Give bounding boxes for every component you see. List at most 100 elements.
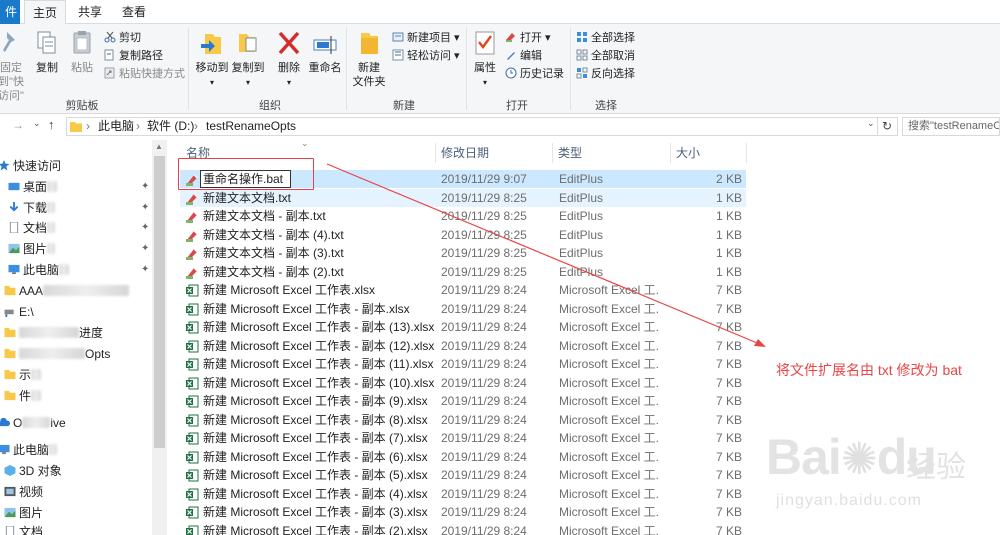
copy-path-button[interactable]: 复制路径 (104, 48, 163, 64)
watermark-url: jingyan.baidu.com (776, 492, 922, 509)
table-row[interactable]: 新建 Microsoft Excel 工作表 - 副本 (2).xlsx 2019… (180, 522, 746, 535)
breadcrumb-this-pc[interactable]: 此电脑 (98, 119, 134, 134)
table-row[interactable]: 新建 Microsoft Excel 工作表 - 副本 (8).xlsx 2019… (180, 411, 746, 429)
watermark-brand-a: Bai (766, 429, 842, 485)
file-name: 新建 Microsoft Excel 工作表 - 副本 (9).xlsx (203, 394, 428, 408)
move-to-button[interactable]: 移动到▾ (195, 28, 229, 90)
file-name: 新建 Microsoft Excel 工作表 - 副本 (5).xlsx (203, 468, 428, 482)
new-folder-button[interactable]: 新建 文件夹 (350, 28, 388, 89)
folder-icon (4, 327, 16, 338)
history-button[interactable]: 历史记录 (505, 66, 564, 82)
nav-quick-access[interactable]: 快速访问 (0, 156, 61, 176)
organize-group-label: 组织 (259, 100, 281, 112)
excel-file-icon (186, 358, 199, 371)
nav-item-folder-aaa[interactable]: AAA (4, 281, 130, 301)
table-row[interactable]: 新建 Microsoft Excel 工作表 - 副本 (10).xlsx 201… (180, 374, 746, 392)
nav-item-network-drive[interactable]: E:\ (4, 302, 34, 322)
tab-share[interactable]: 共享 (78, 0, 102, 24)
pin-to-quick-access-button[interactable]: 固定到"快 访问" (0, 28, 28, 103)
delete-label: 删除 (278, 62, 300, 74)
easy-access-icon (392, 49, 404, 61)
table-row[interactable]: 新建 Microsoft Excel 工作表 - 副本 (5).xlsx 2019… (180, 466, 746, 484)
copy-to-button[interactable]: 复制到▾ (231, 28, 265, 90)
nav-onedrive-suffix: ive (50, 416, 66, 430)
address-dropdown-chevron-icon[interactable]: ⌄ (867, 118, 875, 129)
nav-item-desktop[interactable]: 桌面 (8, 177, 58, 197)
up-arrow-icon[interactable]: ↑ (48, 117, 55, 132)
table-row[interactable]: 新建 Microsoft Excel 工作表 - 副本 (9).xlsx 2019… (180, 392, 746, 410)
select-all-button[interactable]: 全部选择 (576, 30, 635, 46)
column-divider[interactable] (746, 143, 747, 163)
refresh-button[interactable]: ↻ (878, 117, 898, 136)
scroll-up-arrow-icon[interactable]: ▲ (155, 142, 163, 151)
delete-button[interactable]: 删除 ▾ (276, 28, 302, 90)
nav-item-folder-opts[interactable]: Opts (4, 344, 110, 364)
select-none-button[interactable]: 全部取消 (576, 48, 635, 64)
nav-item-folder-b[interactable]: 件 (4, 386, 42, 406)
rename-button[interactable]: 重命名 (308, 28, 342, 75)
open-button[interactable]: 打开 ▾ (505, 30, 551, 46)
nav-item-this-pc[interactable]: 此电脑 (8, 260, 70, 280)
nav-onedrive[interactable]: Oive (0, 413, 66, 433)
column-header-type[interactable]: 类型 (558, 145, 582, 165)
breadcrumb-drive[interactable]: 软件 (D:) (147, 119, 194, 134)
properties-button[interactable]: 属性 ▾ (470, 28, 500, 90)
table-row[interactable]: 新建 Microsoft Excel 工作表 - 副本.xlsx 2019/11/… (180, 300, 746, 318)
nav-item-folder-progress[interactable]: 进度 (4, 323, 103, 343)
network-drive-icon (4, 309, 14, 317)
nav-item-pc-pictures[interactable]: 图片 (4, 503, 43, 523)
new-item-button[interactable]: 新建项目 ▾ (392, 30, 460, 46)
file-date: 2019/11/29 8:24 (441, 338, 527, 353)
table-row[interactable]: 新建文本文档 - 副本 (2).txt 2019/11/29 8:25 EditPl… (180, 263, 746, 281)
nav-item-label: 桌面 (23, 180, 48, 194)
editplus-file-icon (186, 248, 198, 260)
new-folder-icon (361, 33, 378, 54)
tab-home[interactable]: 主页 (24, 0, 66, 25)
forward-icon[interactable]: → (12, 118, 24, 132)
table-row[interactable]: 新建 Microsoft Excel 工作表 - 副本 (12).xlsx 201… (180, 337, 746, 355)
copy-button[interactable]: 复制 (34, 28, 60, 75)
nav-item-pictures[interactable]: 图片 (8, 239, 56, 259)
edit-button[interactable]: 编辑 (505, 48, 542, 64)
table-row[interactable]: 新建 Microsoft Excel 工作表 - 副本 (7).xlsx 2019… (180, 429, 746, 447)
nav-item-3d-objects[interactable]: 3D 对象 (4, 461, 62, 481)
nav-this-pc[interactable]: 此电脑 (0, 440, 58, 460)
table-row[interactable]: 新建 Microsoft Excel 工作表 - 副本 (3).xlsx 2019… (180, 503, 746, 521)
tab-file[interactable]: 件 (0, 0, 20, 24)
nav-scrollbar-thumb[interactable] (154, 156, 165, 448)
table-row[interactable]: 新建 Microsoft Excel 工作表.xlsx 2019/11/29 8:… (180, 281, 746, 299)
column-divider[interactable] (670, 143, 671, 163)
table-row[interactable]: 新建文本文档 - 副本 (4).txt 2019/11/29 8:25 EditPl… (180, 226, 746, 244)
invert-selection-button[interactable]: 反向选择 (576, 66, 635, 82)
paste-shortcut-button[interactable]: 粘贴快捷方式 (104, 66, 185, 82)
file-type: EditPlus (559, 246, 604, 260)
cut-button[interactable]: 剪切 (104, 30, 141, 46)
invert-selection-icon (576, 67, 588, 79)
nav-item-videos[interactable]: 视频 (4, 482, 43, 502)
table-row[interactable]: 新建 Microsoft Excel 工作表 - 副本 (11).xlsx 201… (180, 355, 746, 373)
table-row[interactable]: 新建 Microsoft Excel 工作表 - 副本 (4).xlsx 2019… (180, 485, 746, 503)
breadcrumb-folder[interactable]: testRenameOpts (206, 119, 296, 134)
easy-access-button[interactable]: 轻松访问 ▾ (392, 48, 460, 64)
table-row[interactable]: 新建文本文档 - 副本 (3).txt 2019/11/29 8:25 EditPl… (180, 244, 746, 262)
nav-item-documents[interactable]: 文档 (8, 218, 56, 238)
editplus-file-icon (186, 230, 198, 242)
paste-button[interactable]: 粘贴 (68, 28, 96, 75)
recent-locations-chevron-icon[interactable]: ⌄ (33, 118, 41, 129)
file-date: 2019/11/29 8:24 (441, 357, 527, 371)
table-row[interactable]: 新建 Microsoft Excel 工作表 - 副本 (13).xlsx 201… (180, 318, 746, 336)
table-row[interactable]: 新建文本文档 - 副本.txt 2019/11/29 8:25 EditPlus 1 … (180, 207, 746, 225)
nav-item-downloads[interactable]: 下载 (8, 198, 56, 218)
nav-item-folder-a[interactable]: 示 (4, 365, 42, 385)
column-header-date[interactable]: 修改日期 (441, 145, 489, 165)
column-divider[interactable] (435, 143, 436, 163)
column-header-size[interactable]: 大小 (676, 145, 700, 165)
search-input[interactable]: 搜索"testRenameOpts" (902, 117, 1000, 136)
table-row[interactable]: 新建文本文档.txt 2019/11/29 8:25 EditPlus 1 KB (180, 188, 746, 207)
select-all-icon (577, 32, 587, 42)
column-divider[interactable] (552, 143, 553, 163)
table-row[interactable]: 新建 Microsoft Excel 工作表 - 副本 (6).xlsx 2019… (180, 448, 746, 466)
nav-item-label: Opts (85, 347, 111, 361)
nav-item-pc-documents[interactable]: 文档 (4, 522, 43, 535)
tab-view[interactable]: 查看 (122, 0, 146, 24)
